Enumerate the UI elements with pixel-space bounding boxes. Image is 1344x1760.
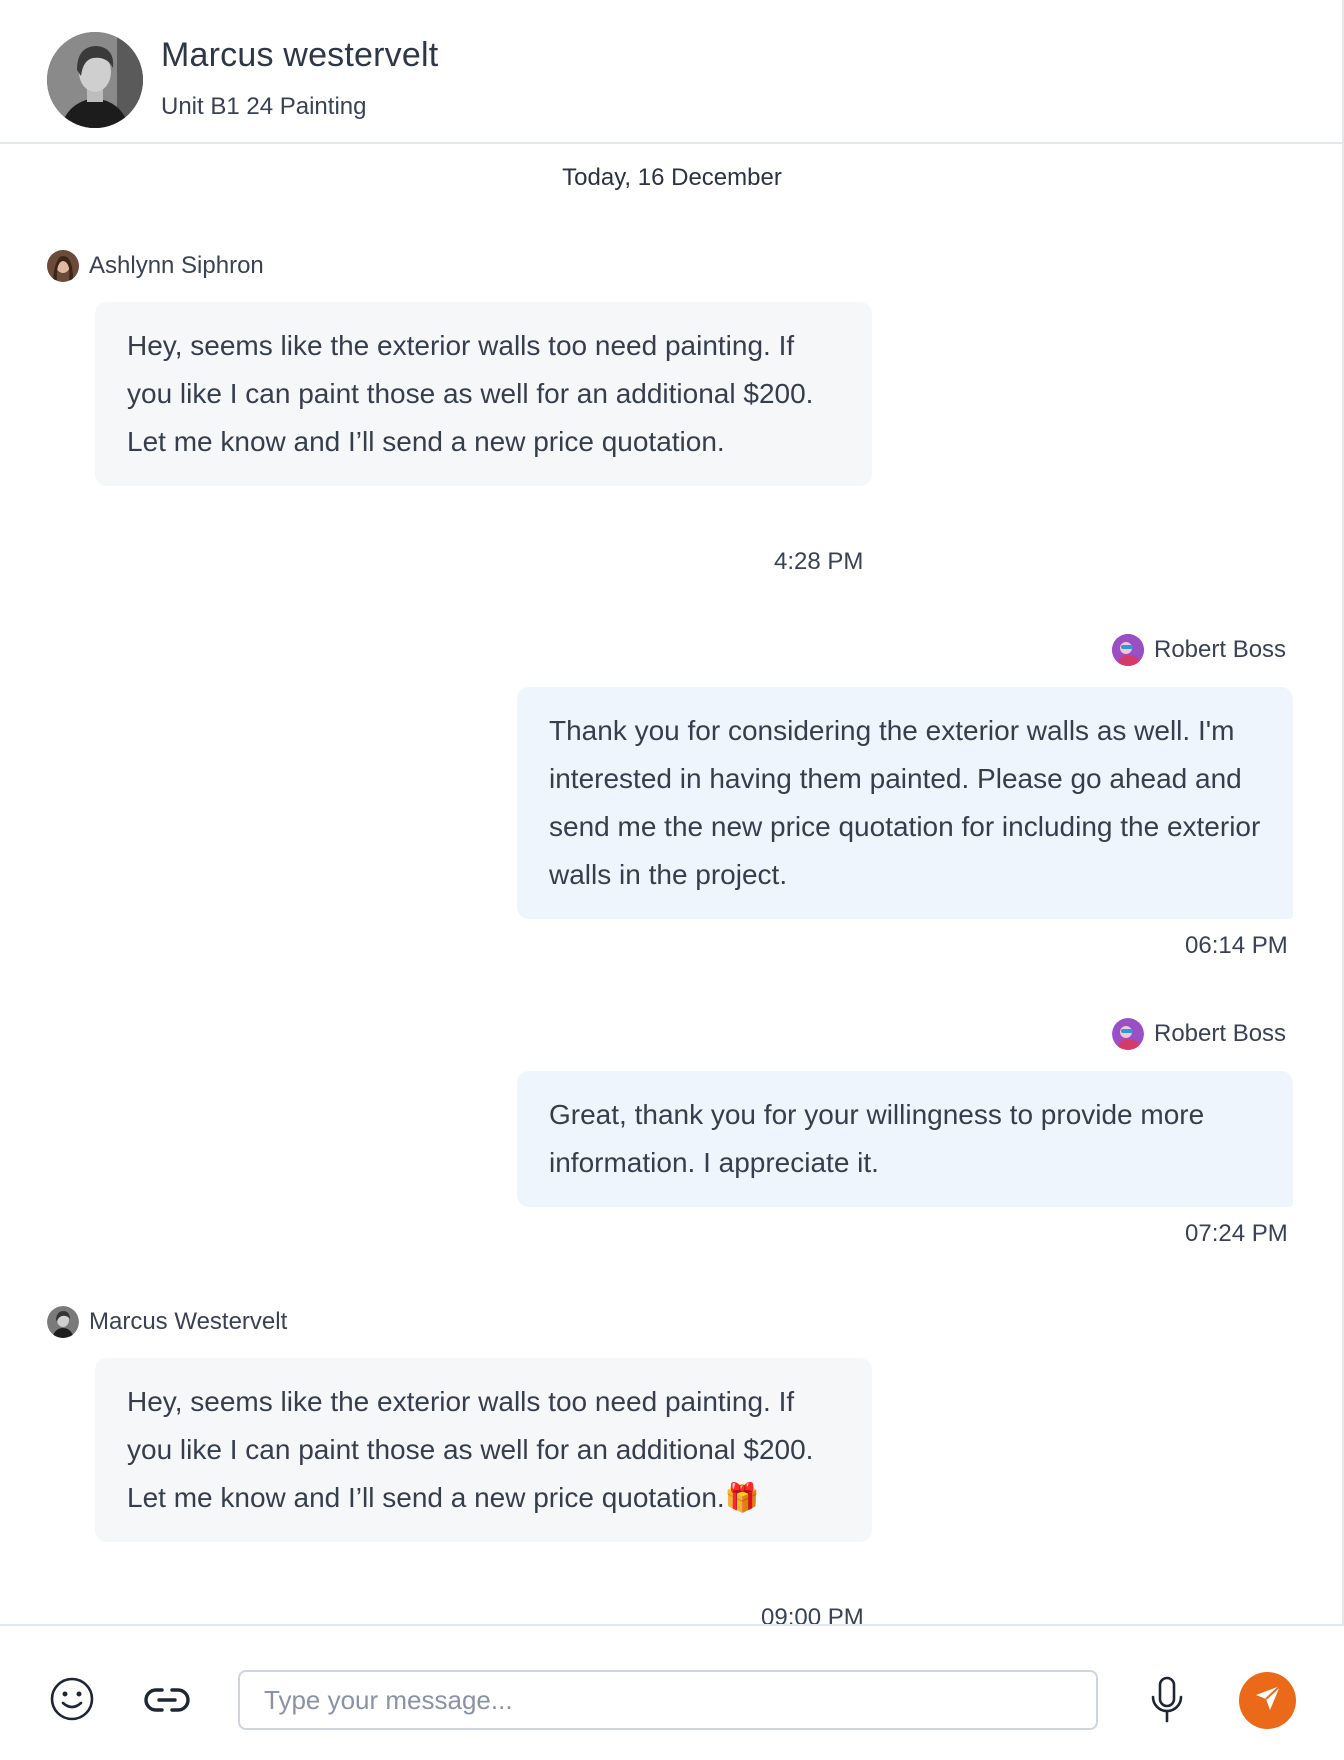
message-sender: Robert Boss: [1112, 634, 1286, 666]
message-sender: Robert Boss: [1112, 1018, 1286, 1050]
link-icon[interactable]: [143, 1678, 191, 1722]
avatar: [1112, 1018, 1144, 1050]
message-time: 09:00 PM: [761, 1604, 864, 1624]
message-bubble: Hey, seems like the exterior walls too n…: [95, 1358, 872, 1542]
microphone-icon[interactable]: [1146, 1674, 1188, 1726]
message-time: 07:24 PM: [1185, 1220, 1288, 1247]
emoji-icon[interactable]: [48, 1675, 96, 1723]
send-icon: [1253, 1683, 1283, 1718]
message-sender: Ashlynn Siphron: [47, 250, 264, 282]
message-bubble: Hey, seems like the exterior walls too n…: [95, 302, 872, 486]
date-divider: Today, 16 December: [562, 164, 782, 191]
message-bubble: Great, thank you for your willingness to…: [517, 1071, 1293, 1207]
sender-name: Robert Boss: [1154, 1020, 1287, 1047]
message-composer: [0, 1624, 1344, 1760]
message-input[interactable]: [238, 1670, 1098, 1730]
sender-name: Robert Boss: [1154, 636, 1287, 663]
avatar: [47, 250, 79, 282]
sender-name: Marcus Westervelt: [89, 1308, 288, 1335]
message-list[interactable]: Today, 16 December Ashlynn Siphron Hey, …: [0, 146, 1344, 1624]
project-subtitle: Unit B1 24 Painting: [161, 93, 367, 120]
send-button[interactable]: [1239, 1672, 1296, 1729]
chat-window: Marcus westervelt Unit B1 24 Painting To…: [0, 0, 1344, 1760]
sender-name: Ashlynn Siphron: [89, 252, 264, 279]
avatar[interactable]: [47, 32, 143, 128]
avatar: [47, 1306, 79, 1338]
message-time: 4:28 PM: [774, 548, 864, 575]
message-time: 06:14 PM: [1185, 932, 1288, 959]
message-sender: Marcus Westervelt: [47, 1306, 287, 1338]
chat-header: Marcus westervelt Unit B1 24 Painting: [0, 0, 1344, 144]
contact-name: Marcus westervelt: [161, 36, 439, 74]
avatar: [1112, 634, 1144, 666]
message-bubble: Thank you for considering the exterior w…: [517, 687, 1293, 919]
